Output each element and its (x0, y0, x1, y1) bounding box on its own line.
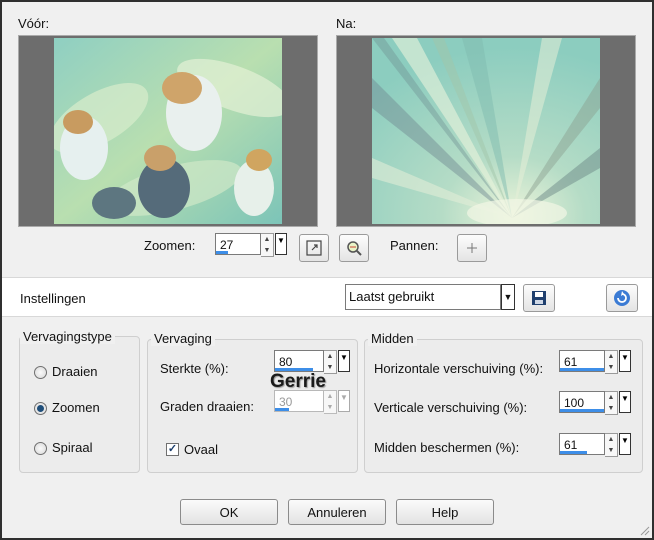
zoom-fit-button[interactable] (299, 234, 329, 262)
zoom-input[interactable]: 27 (215, 233, 261, 255)
zoom-label: Zoomen: (144, 238, 196, 253)
v-offset-label: Verticale verschuiving (%): (374, 400, 528, 415)
chevron-down-icon: ▼ (340, 353, 348, 362)
blur-title: Vervaging (151, 331, 215, 346)
zoom-stepper-arrows[interactable]: ▲ ▼ (261, 233, 274, 257)
zoom-spinner[interactable]: 27 ▲ ▼ ▼ (215, 233, 287, 257)
fit-window-icon (306, 240, 322, 256)
protect-center-stepper-arrows[interactable]: ▲ ▼ (605, 433, 618, 457)
strength-value: 80 (279, 355, 293, 369)
down-arrow-icon[interactable]: ▼ (324, 402, 336, 413)
zoom-actual-size-button[interactable] (339, 234, 369, 262)
after-label: Na: (336, 16, 357, 31)
h-offset-value: 61 (564, 355, 578, 369)
rotate-input[interactable]: 30 (274, 390, 324, 412)
v-offset-value: 100 (564, 396, 585, 410)
blur-type-title: Vervagingstype (20, 329, 115, 344)
zoom-dropdown-button[interactable]: ▼ (275, 233, 287, 255)
preset-value: Laatst gebruikt (345, 284, 501, 310)
v-offset-stepper-arrows[interactable]: ▲ ▼ (605, 391, 618, 415)
protect-center-input[interactable]: 61 (559, 433, 605, 455)
strength-dropdown-button[interactable]: ▼ (338, 350, 350, 372)
up-arrow-icon[interactable]: ▲ (324, 351, 336, 362)
chevron-down-icon: ▼ (621, 353, 629, 362)
chevron-down-icon: ▼ (340, 393, 348, 402)
settings-label: Instellingen (20, 291, 86, 306)
pan-label: Pannen: (390, 238, 439, 253)
after-image (372, 38, 600, 224)
down-arrow-icon[interactable]: ▼ (605, 403, 617, 414)
radio-zoomen-label[interactable]: Zoomen (52, 400, 100, 415)
floppy-disk-icon (532, 291, 546, 305)
down-arrow-icon[interactable]: ▼ (261, 245, 273, 256)
move-cross-icon (467, 243, 477, 253)
radio-zoomen[interactable] (34, 402, 47, 415)
up-arrow-icon[interactable]: ▲ (605, 392, 617, 403)
radio-spiraal[interactable] (34, 442, 47, 455)
h-offset-level-bar (560, 368, 604, 371)
center-title: Midden (368, 331, 417, 346)
h-offset-stepper-arrows[interactable]: ▲ ▼ (605, 350, 618, 374)
down-arrow-icon[interactable]: ▼ (605, 362, 617, 373)
before-label: Vóór: (18, 16, 50, 31)
after-preview (336, 35, 636, 227)
up-arrow-icon[interactable]: ▲ (261, 234, 273, 245)
rotate-value: 30 (279, 395, 293, 409)
protect-center-dropdown-button[interactable]: ▼ (619, 433, 631, 455)
zoom-level-bar (216, 251, 228, 254)
h-offset-spinner[interactable]: 61 ▲ ▼ ▼ (559, 350, 631, 374)
chevron-down-icon: ▼ (621, 394, 629, 403)
resize-grip-icon[interactable] (638, 524, 650, 536)
protect-center-level-bar (560, 451, 587, 454)
rotate-dropdown-button[interactable]: ▼ (338, 390, 350, 412)
rotate-stepper-arrows[interactable]: ▲ ▼ (324, 390, 337, 414)
up-arrow-icon[interactable]: ▲ (605, 351, 617, 362)
v-offset-spinner[interactable]: 100 ▲ ▼ ▼ (559, 391, 631, 415)
reset-arrow-icon (614, 290, 630, 306)
pan-button[interactable] (457, 234, 487, 262)
before-image (54, 38, 282, 224)
v-offset-dropdown-button[interactable]: ▼ (619, 391, 631, 413)
reset-button[interactable] (606, 284, 638, 312)
radio-spiraal-label[interactable]: Spiraal (52, 440, 92, 455)
oval-checkbox[interactable]: ✓ (166, 443, 179, 456)
rotate-label: Graden draaien: (160, 399, 254, 414)
radial-blur-dialog: Vóór: Na: Zoomen: 27 ▲ ▼ ▼ Pannen: Inste… (0, 0, 654, 540)
rotate-spinner[interactable]: 30 ▲ ▼ ▼ (274, 390, 350, 414)
chevron-down-icon: ▼ (621, 436, 629, 445)
up-arrow-icon[interactable]: ▲ (324, 391, 336, 402)
oval-label[interactable]: Ovaal (184, 442, 218, 457)
strength-input[interactable]: 80 (274, 350, 324, 372)
preset-select[interactable]: Laatst gebruikt ▼ (345, 284, 515, 310)
zoom-value: 27 (220, 238, 234, 252)
chevron-down-icon: ▼ (277, 236, 285, 245)
h-offset-dropdown-button[interactable]: ▼ (619, 350, 631, 372)
rotate-level-bar (275, 408, 290, 411)
help-button[interactable]: Help (396, 499, 494, 525)
radio-draaien[interactable] (34, 366, 47, 379)
h-offset-label: Horizontale verschuiving (%): (374, 361, 544, 376)
protect-center-value: 61 (564, 438, 578, 452)
down-arrow-icon[interactable]: ▼ (605, 445, 617, 456)
magnifier-icon (347, 241, 362, 256)
protect-center-spinner[interactable]: 61 ▲ ▼ ▼ (559, 433, 631, 457)
chevron-down-icon[interactable]: ▼ (501, 284, 515, 310)
v-offset-input[interactable]: 100 (559, 391, 605, 413)
before-preview[interactable] (18, 35, 318, 227)
radio-draaien-label[interactable]: Draaien (52, 364, 98, 379)
cancel-button[interactable]: Annuleren (288, 499, 386, 525)
h-offset-input[interactable]: 61 (559, 350, 605, 372)
ok-button[interactable]: OK (180, 499, 278, 525)
strength-label: Sterkte (%): (160, 361, 229, 376)
save-preset-button[interactable] (523, 284, 555, 312)
protect-center-label: Midden beschermen (%): (374, 440, 520, 455)
up-arrow-icon[interactable]: ▲ (605, 434, 617, 445)
v-offset-level-bar (560, 409, 604, 412)
